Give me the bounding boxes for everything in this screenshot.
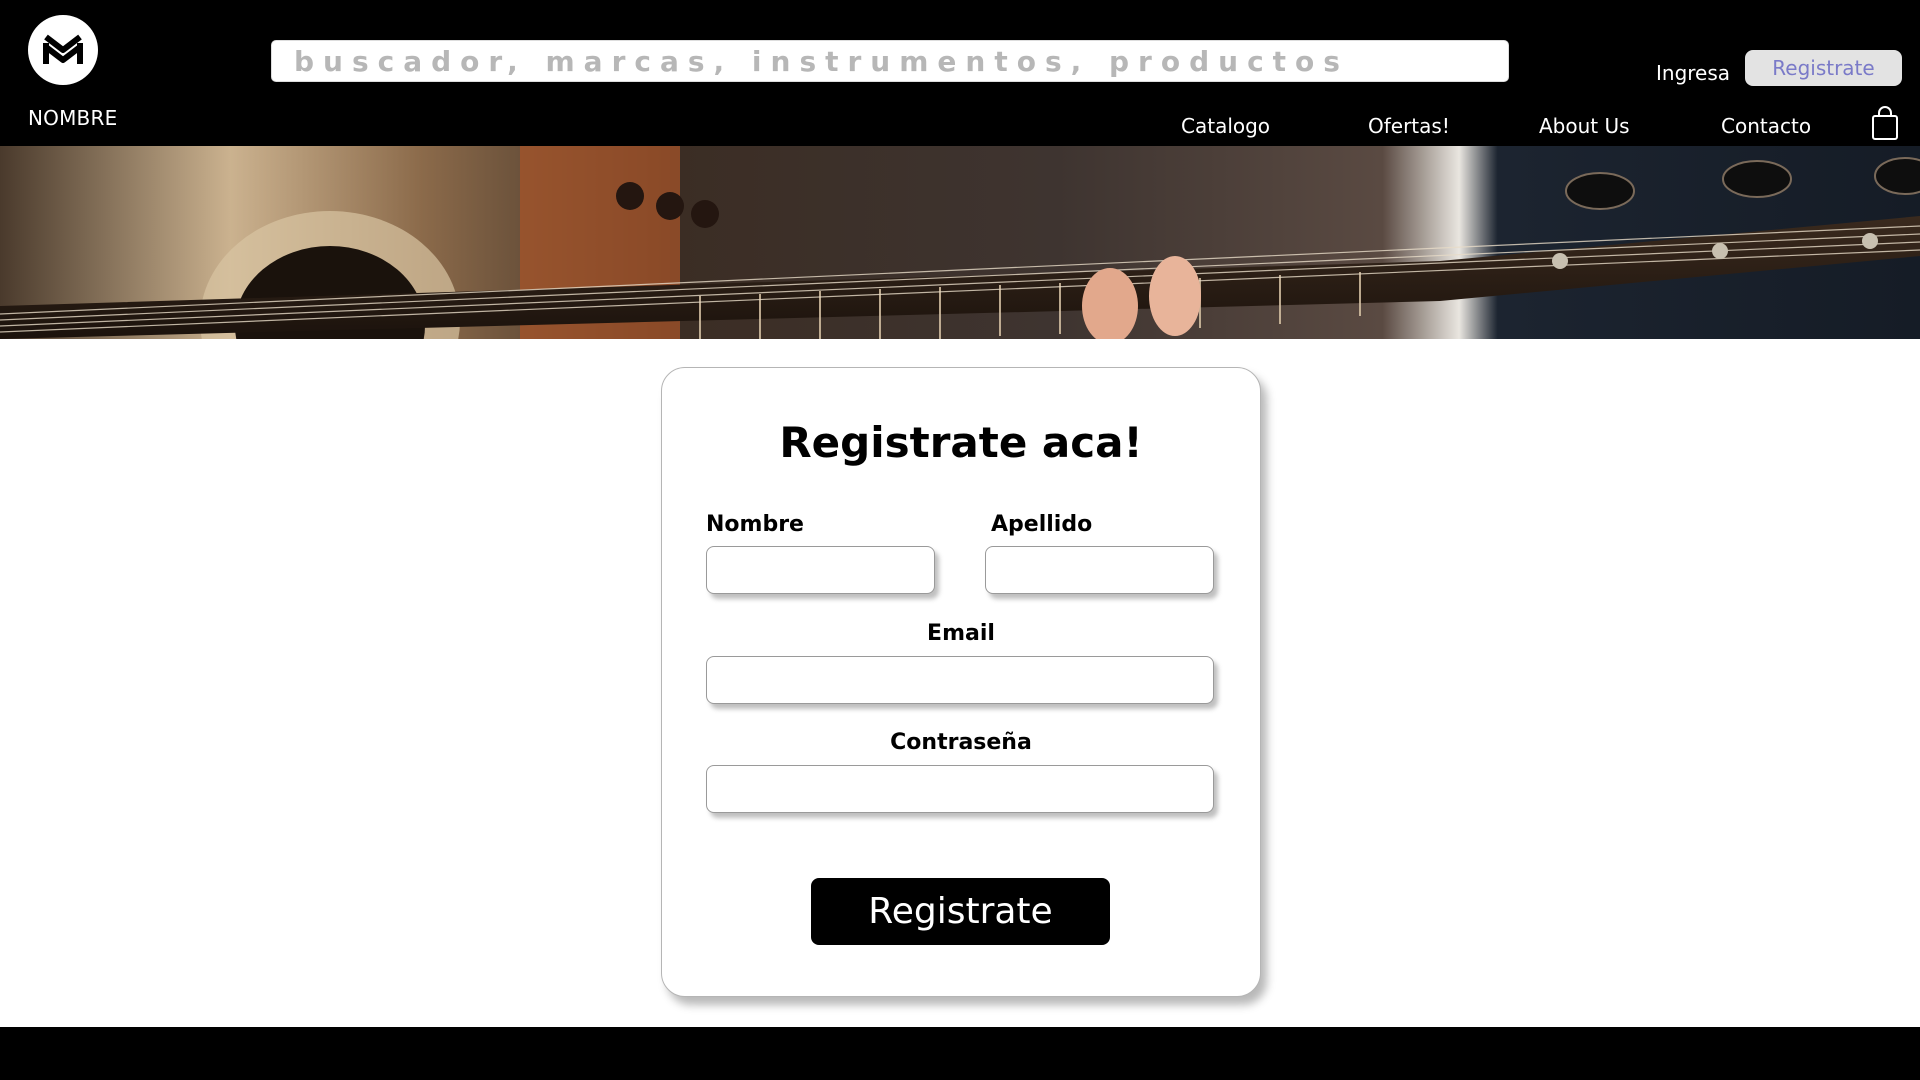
shopping-bag-icon[interactable]: [1870, 105, 1900, 141]
site-header: NOMBRE Ingresa Registrate Catalogo Ofert…: [0, 0, 1920, 146]
nav-about-us[interactable]: About Us: [1539, 114, 1630, 138]
page-title: Registrate aca!: [779, 418, 1143, 467]
nombre-field[interactable]: [706, 546, 935, 594]
guitar-fretboard-photo: [0, 146, 1920, 339]
apellido-field[interactable]: [985, 546, 1214, 594]
nombre-label: Nombre: [706, 512, 804, 537]
search-input[interactable]: [272, 41, 1508, 81]
site-footer: [0, 1027, 1920, 1080]
nav-ofertas[interactable]: Ofertas!: [1368, 114, 1450, 138]
register-header-button[interactable]: Registrate: [1745, 50, 1902, 86]
search-bar: [271, 40, 1509, 82]
logo[interactable]: [28, 15, 98, 85]
register-card: Registrate aca! Nombre Apellido Email Co…: [661, 367, 1261, 997]
nav-catalogo[interactable]: Catalogo: [1181, 114, 1270, 138]
hero-banner: [0, 146, 1920, 339]
login-link[interactable]: Ingresa: [1656, 61, 1730, 85]
password-field[interactable]: [706, 765, 1214, 813]
register-submit-button[interactable]: Registrate: [811, 878, 1110, 945]
email-label: Email: [927, 621, 995, 646]
mm-logo-icon: [43, 34, 83, 64]
nav-contacto[interactable]: Contacto: [1721, 114, 1811, 138]
password-label: Contraseña: [890, 730, 1032, 755]
apellido-label: Apellido: [991, 512, 1093, 537]
email-field[interactable]: [706, 656, 1214, 704]
brand-name: NOMBRE: [28, 106, 118, 130]
